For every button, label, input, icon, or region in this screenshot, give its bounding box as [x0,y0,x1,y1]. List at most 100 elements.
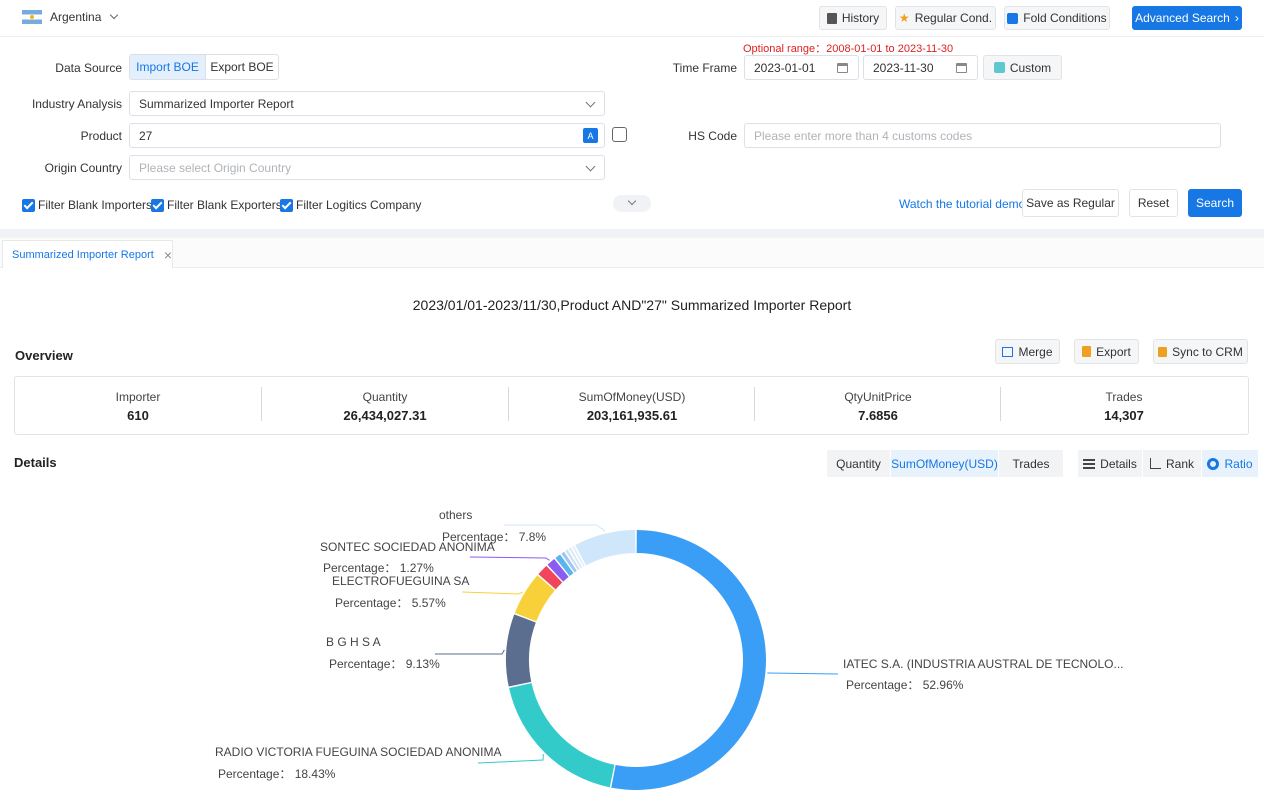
slice-percentage-label: Percentage： 5.57% [335,596,446,610]
filter-label: Filter Blank Exporters [167,198,282,212]
product-input[interactable]: 27 A [129,123,605,148]
view-tab-label: Rank [1165,456,1194,471]
sync-icon [1158,346,1168,357]
argentina-flag-icon [22,10,42,24]
expand-toggle[interactable] [613,195,651,212]
filter-logistics-company-checkbox[interactable]: Filter Logitics Company [280,198,421,212]
export-icon [1082,346,1092,357]
time-frame-label: Time Frame [672,61,737,75]
date-to-field[interactable]: 2023-11-30 [863,55,978,80]
donut-slice[interactable] [611,530,766,790]
ratio-donut-chart [435,524,839,790]
calendar-icon [837,63,848,73]
history-icon [826,12,837,24]
top-bar: Argentina History ★ Regular Cond. Fold C… [0,0,1264,37]
search-button[interactable]: Search [1188,189,1242,217]
slice-name-label: B G H S A [326,635,381,649]
translate-icon[interactable]: A [583,128,598,143]
report-title: 2023/01/01-2023/11/30,Product AND"27" Su… [412,297,852,313]
table-icon [1083,458,1096,469]
date-from-field[interactable]: 2023-01-01 [744,55,859,80]
report-tab-strip [0,238,1264,268]
fold-conditions-label: Fold Conditions [1023,11,1107,25]
overview-heading: Overview [15,348,73,363]
view-tab-rank[interactable]: Rank [1143,450,1201,477]
sync-label: Sync to CRM [1172,344,1243,359]
custom-icon [993,62,1005,73]
country-selector[interactable]: Argentina [22,10,119,24]
advanced-search-button[interactable]: Advanced Search › [1132,6,1242,30]
tutorial-link[interactable]: Watch the tutorial demo [899,197,1025,211]
industry-analysis-select[interactable]: Summarized Importer Report [129,91,605,116]
history-button[interactable]: History [819,6,887,30]
slice-percentage-label: Percentage： 52.96% [846,678,964,692]
slice-percentage-label: Percentage： 18.43% [218,767,336,781]
slice-name-label: IATEC S.A. (INDUSTRIA AUSTRAL DE TECNOLO… [843,657,1124,671]
stat-importer: Importer 610 [15,377,261,435]
stat-label: SumOfMoney(USD) [578,390,686,404]
leader-line [767,672,839,675]
checkbox-checked-icon [151,198,164,212]
image-search-icon[interactable] [612,127,627,142]
hs-code-label: HS Code [688,129,737,143]
fold-icon [1007,12,1019,24]
custom-label: Custom [1009,60,1052,75]
filter-blank-importers-checkbox[interactable]: Filter Blank Importers [22,198,152,212]
filter-blank-exporters-checkbox[interactable]: Filter Blank Exporters [151,198,282,212]
tab-summarized-importer-report[interactable]: Summarized Importer Report × [2,240,173,268]
view-tab-ratio[interactable]: Ratio [1202,450,1258,477]
metric-tab-quantity[interactable]: Quantity [827,450,890,477]
view-tab-details[interactable]: Details [1078,450,1142,477]
date-from-value: 2023-01-01 [754,60,816,75]
calendar-icon [956,63,967,73]
stat-value: 203,161,935.61 [586,408,678,423]
chevron-down-icon [585,161,596,172]
save-as-regular-button[interactable]: Save as Regular [1022,189,1119,217]
donut-slice[interactable] [575,530,636,566]
fold-conditions-button[interactable]: Fold Conditions [1004,6,1110,30]
chevron-down-icon [110,10,119,20]
optional-range-note: Optional range：2008-01-01 to 2023-11-30 [743,43,954,55]
stat-trades: Trades 14,307 [1001,377,1247,435]
slice-name-label: RADIO VICTORIA FUEGUINA SOCIEDAD ANONIMA [215,745,502,759]
merge-label: Merge [1018,344,1053,359]
merge-button[interactable]: Merge [995,339,1060,364]
overview-stats-card: Importer 610 Quantity 26,434,027.31 SumO… [14,376,1249,435]
view-tab-label: Ratio [1224,456,1253,471]
close-icon[interactable]: × [164,247,172,263]
details-heading: Details [14,455,57,470]
donut-slice[interactable] [506,614,536,687]
filter-label: Filter Blank Importers [38,198,153,212]
sync-to-crm-button[interactable]: Sync to CRM [1153,339,1248,364]
stat-value: 14,307 [1104,408,1144,423]
slice-name-label: others [439,508,473,522]
regular-conditions-button[interactable]: ★ Regular Cond. [895,6,996,30]
merge-icon [1002,346,1014,357]
history-label: History [841,11,880,25]
stat-value: 7.6856 [858,408,898,423]
country-name: Argentina [50,10,102,24]
hs-code-input[interactable]: Please enter more than 4 customs codes [744,123,1221,148]
custom-button[interactable]: Custom [983,55,1062,80]
reset-button[interactable]: Reset [1129,189,1178,217]
date-to-value: 2023-11-30 [873,60,934,75]
export-button[interactable]: Export [1074,339,1139,364]
export-boe-button[interactable]: Export BOE [206,55,278,79]
stat-quantity: Quantity 26,434,027.31 [262,377,508,435]
chevron-down-icon [585,97,596,108]
donut-slice[interactable] [509,683,615,788]
leader-line [461,591,523,595]
slice-percentage-label: Percentage： 9.13% [329,657,440,671]
import-boe-button[interactable]: Import BOE [130,55,206,79]
industry-analysis-label: Industry Analysis [31,97,122,111]
data-source-label: Data Source [55,61,122,75]
stat-sum-of-money: SumOfMoney(USD) 203,161,935.61 [509,377,755,435]
origin-country-select[interactable]: Please select Origin Country [129,155,605,180]
checkbox-checked-icon [280,198,293,212]
origin-country-label: Origin Country [44,161,122,175]
advanced-search-label: Advanced Search [1135,11,1230,25]
tab-label: Summarized Importer Report [12,248,154,261]
metric-tab-trades[interactable]: Trades [999,450,1063,477]
metric-tab-sum-of-money[interactable]: SumOfMoney(USD) [891,450,998,477]
leader-line [435,649,505,655]
